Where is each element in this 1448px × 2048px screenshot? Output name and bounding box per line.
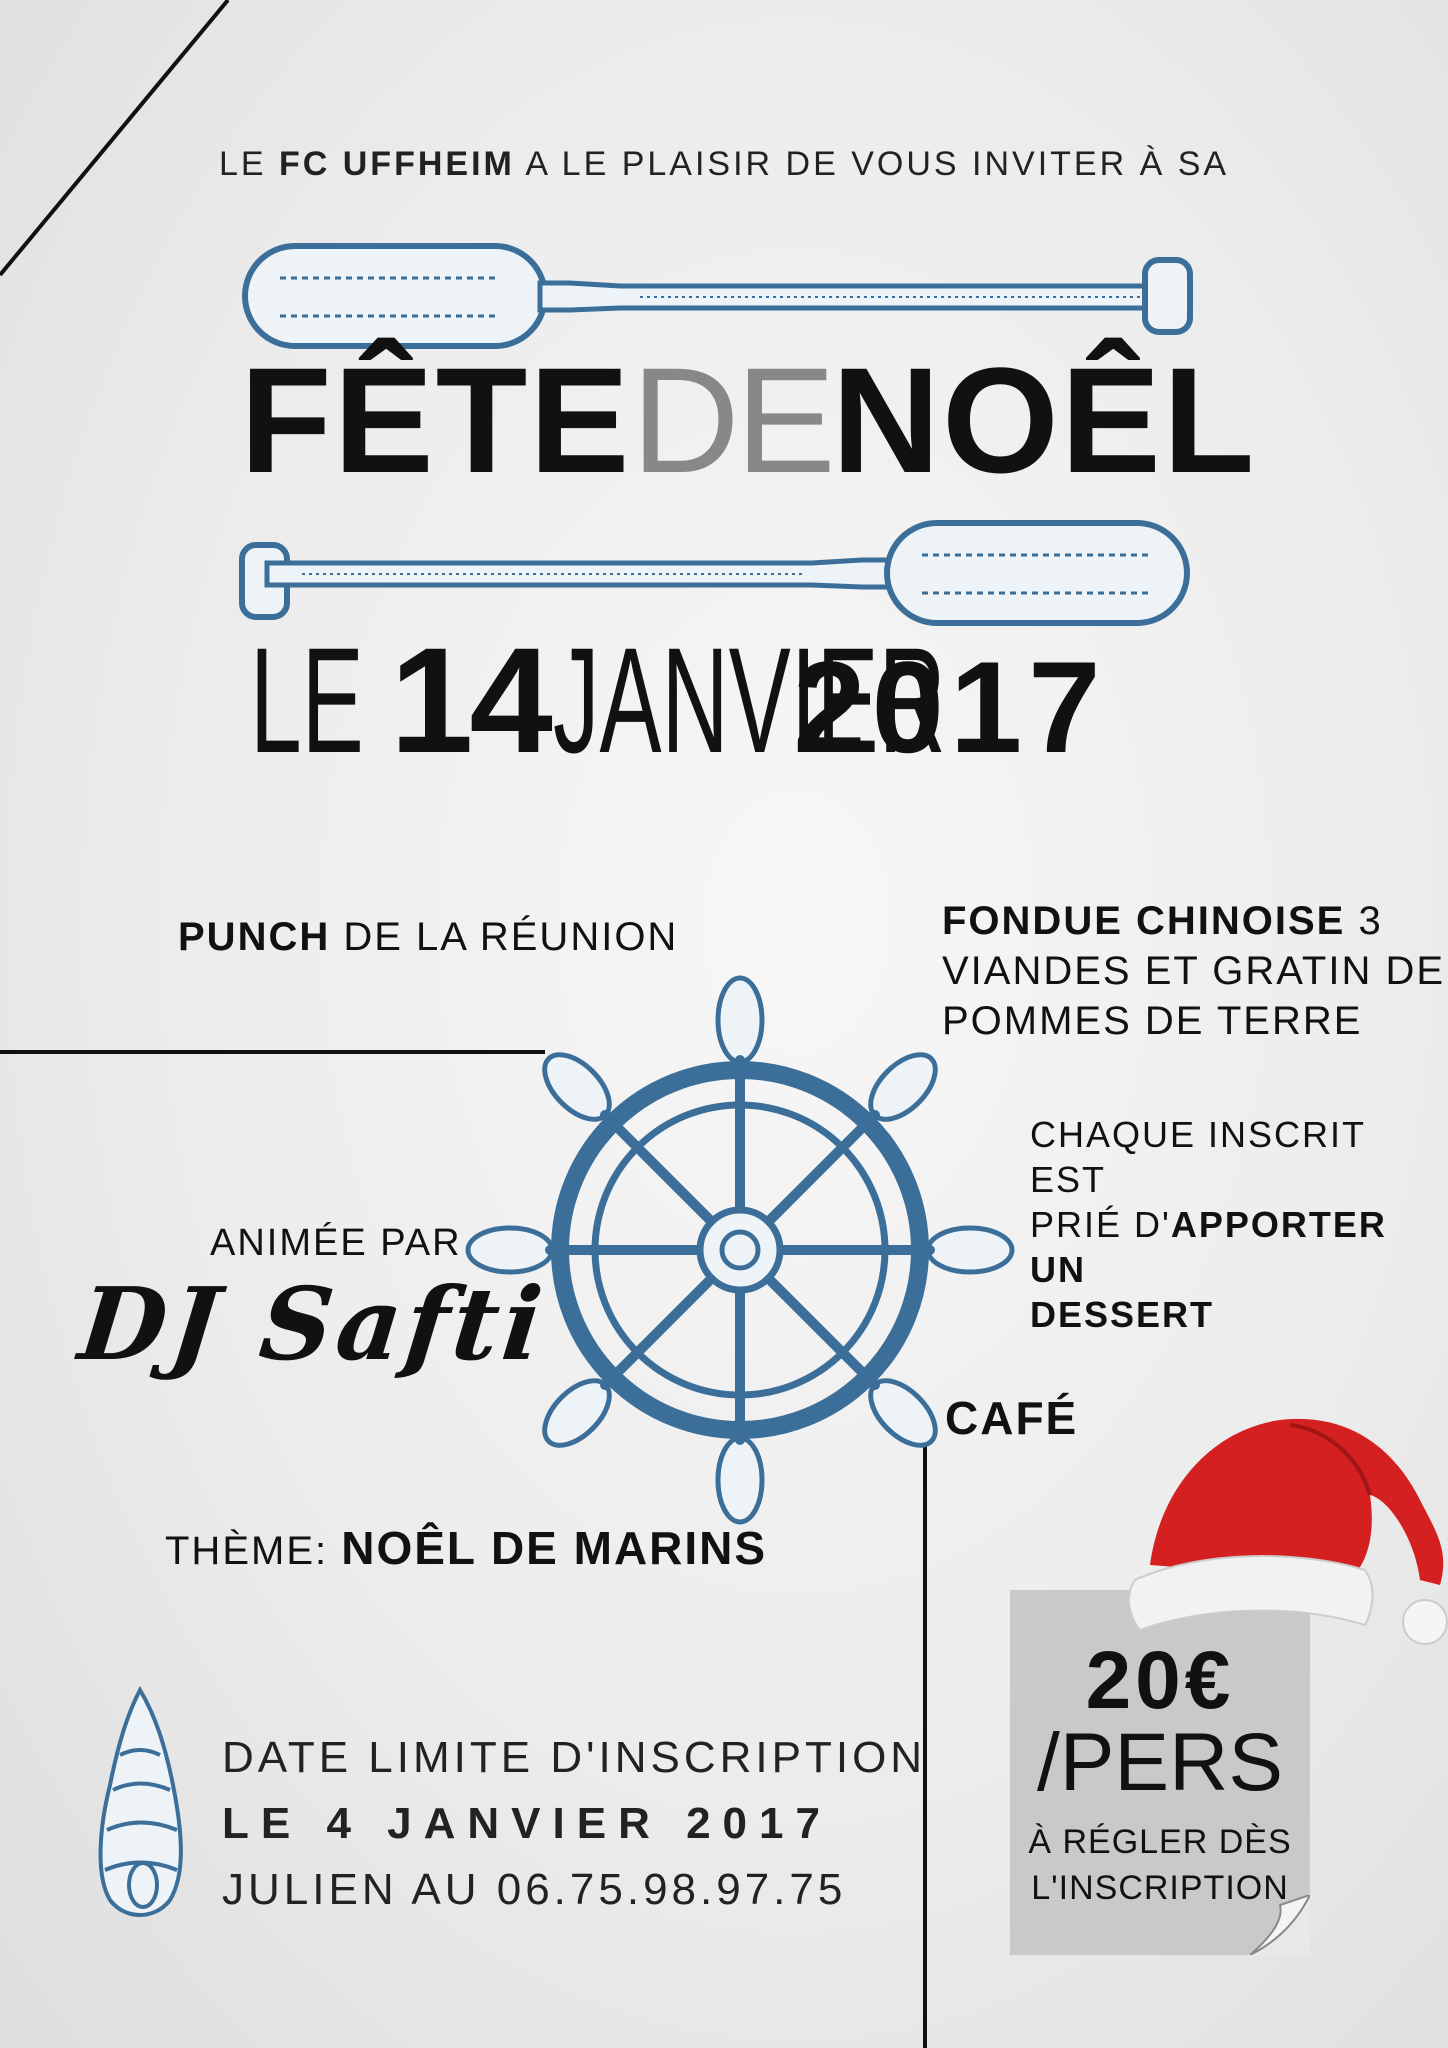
- intro-prefix: Le: [218, 145, 279, 183]
- theme-value: NOÊL DE MARINS: [341, 1522, 768, 1574]
- dessert-line3: DESSERT: [1030, 1294, 1215, 1335]
- deadline-line3: Julien au 06.75.98.97.75: [222, 1865, 847, 1914]
- club-name: FC UFFHEIM: [278, 145, 515, 183]
- santa-hat-icon: [1128, 1418, 1448, 1645]
- punch-rest: DE LA RÉUNION: [330, 915, 679, 959]
- fondue-item: FONDUE CHINOISE 3 VIANDES ET GRATIN DE P…: [942, 896, 1445, 1046]
- seashell-icon: [98, 1685, 183, 1917]
- fondue-line3: POMMES DE TERRE: [942, 999, 1363, 1043]
- price: 20€ /PERS: [1010, 1640, 1310, 1804]
- dj-name: DJ Safti: [73, 1265, 552, 1383]
- event-date: LE 14 JANVIER2017: [250, 625, 1210, 775]
- deadline-block: Date limite d'inscription le 4 Janvier 2…: [222, 1725, 926, 1923]
- date-day: 14: [390, 616, 553, 784]
- punch-bold: PUNCH: [178, 915, 331, 959]
- fondue-rest: 3: [1345, 899, 1383, 943]
- price-note1: À RÉGLER DÈS: [1028, 1823, 1292, 1861]
- punch-item: PUNCH DE LA RÉUNION: [178, 912, 678, 962]
- dessert-line1: CHAQUE INSCRIT EST: [1030, 1114, 1366, 1200]
- event-title: FÊTEDENOÊL: [240, 345, 1254, 495]
- fondue-bold: FONDUE CHINOISE: [942, 899, 1346, 943]
- deadline-line1: Date limite d'inscription: [222, 1733, 927, 1782]
- cafe-item: CAFÉ: [945, 1392, 1079, 1444]
- price-amount: 20€: [1085, 1635, 1235, 1726]
- intro-suffix: a le plaisir de vous inviter à sa: [514, 145, 1230, 183]
- theme-label: THÈME:: [165, 1529, 342, 1573]
- animee-label: ANIMÉE PAR: [210, 1222, 462, 1264]
- price-note2: L'INSCRIPTION: [1031, 1868, 1289, 1907]
- title-noel: NOÊL: [831, 336, 1257, 504]
- theme-item: THÈME: NOÊL DE MARINS: [165, 1520, 767, 1578]
- title-de: DE: [631, 336, 835, 504]
- fondue-line2: VIANDES ET GRATIN DE: [942, 949, 1446, 993]
- price-unit: /PERS: [1036, 1717, 1284, 1808]
- title-fete: FÊTE: [240, 336, 632, 504]
- dessert-line2a: PRIÉ D': [1030, 1204, 1171, 1245]
- ship-wheel-icon: [465, 975, 1015, 1525]
- intro-text: Le FC UFFHEIM a le plaisir de vous invit…: [0, 145, 1448, 184]
- date-le: LE: [250, 616, 364, 784]
- deadline-line2: le 4 Janvier 2017: [222, 1799, 832, 1848]
- dessert-item: CHAQUE INSCRIT EST PRIÉ D'APPORTER UN DE…: [1030, 1112, 1448, 1337]
- date-month: JANVIER: [553, 616, 947, 784]
- price-note: À RÉGLER DÈS L'INSCRIPTION: [1010, 1820, 1310, 1912]
